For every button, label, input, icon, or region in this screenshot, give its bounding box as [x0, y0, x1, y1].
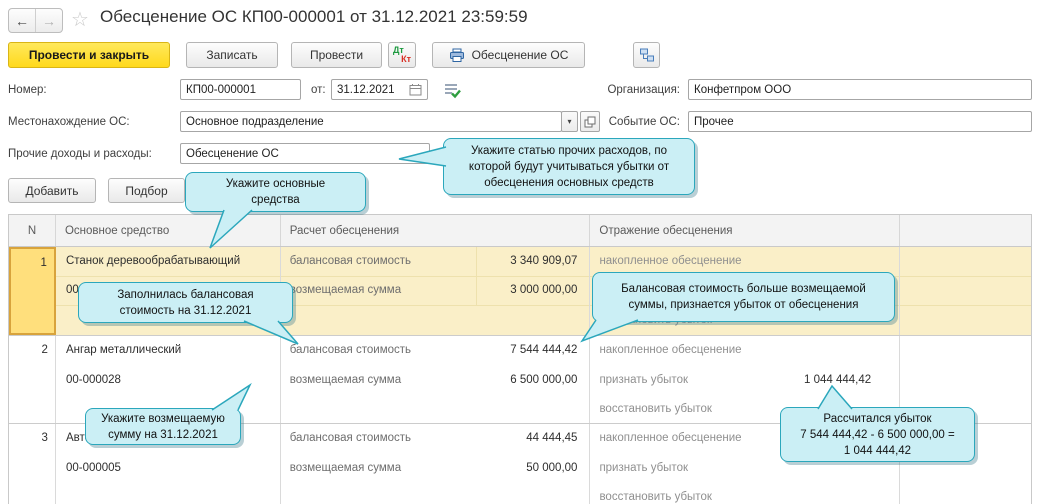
table-header-row: N Основное средство Расчет обесценения О… — [9, 215, 1031, 247]
column-header-n[interactable]: N — [9, 215, 56, 246]
book-value: 3 340 909,07 — [475, 247, 590, 276]
column-header-empty — [900, 215, 1031, 246]
recognize-loss-label: признать убыток — [599, 373, 689, 386]
date-label: от: — [311, 84, 326, 96]
related-documents-button[interactable] — [633, 42, 660, 68]
organization-value: Конфетпром ООО — [694, 83, 792, 96]
impairment-document-window: ← → ☆ Обесценение ОС КП00-000001 от 31.1… — [0, 0, 1037, 504]
page-title: Обесценение ОС КП00-000001 от 31.12.2021… — [100, 7, 528, 26]
callout-specify-recoverable: Укажите возмещаемую сумму на 31.12.2021 — [85, 408, 241, 445]
other-income-expense-field[interactable]: Обесценение ОС — [180, 143, 430, 164]
callout-book-value-filled: Заполнилась балансовая стоимость на 31.1… — [78, 282, 293, 323]
credit-icon: Кт — [401, 54, 411, 64]
forward-button[interactable]: → — [36, 9, 62, 32]
callout-tail — [211, 382, 252, 411]
structure-icon — [639, 48, 654, 62]
asset-inventory-number: 00-000005 — [65, 461, 121, 474]
column-header-reflect[interactable]: Отражение обесценения — [590, 215, 901, 246]
callout-specify-assets: Укажите основные средства — [185, 172, 366, 212]
date-value: 31.12.2021 — [337, 83, 395, 96]
recoverable-value: 50 000,00 — [526, 461, 578, 474]
row-number: 2 — [41, 344, 48, 356]
callout-tail — [817, 384, 853, 410]
book-value-label: балансовая стоимость — [289, 344, 412, 356]
column-header-calc[interactable]: Расчет обесценения — [281, 215, 591, 246]
asset-name: Станок деревообрабатывающий — [55, 247, 280, 277]
print-impairment-button[interactable]: Обесценение ОС — [432, 42, 585, 68]
row-number: 1 — [40, 257, 47, 269]
pick-button[interactable]: Подбор — [108, 178, 185, 203]
recoverable-label: возмещаемая сумма — [289, 461, 402, 474]
number-value: КП00-000001 — [186, 83, 256, 96]
location-label: Местонахождение ОС: — [8, 116, 130, 128]
callout-expense-article: Укажите статью прочих расходов, по котор… — [443, 138, 695, 195]
organization-field[interactable]: Конфетпром ООО — [688, 79, 1032, 100]
post-button[interactable]: Провести — [291, 42, 382, 68]
other-income-expense-label: Прочие доходы и расходы: — [8, 148, 152, 160]
recoverable-label: возмещаемая сумма — [289, 373, 402, 386]
write-button[interactable]: Записать — [186, 42, 278, 68]
posting-status-icon[interactable] — [443, 81, 461, 99]
callout-book-gt-recoverable: Балансовая стоимость больше возмещаемой … — [592, 272, 895, 322]
restore-loss-label: восстановить убыток — [599, 403, 712, 415]
accumulated-impairment-label: накопленное обесценение — [599, 432, 742, 444]
back-arrow-icon: ← — [15, 12, 29, 29]
callout-tail — [580, 319, 639, 343]
callout-loss-calculated: Рассчитался убыток 7 544 444,42 - 6 500 … — [780, 407, 975, 462]
number-field[interactable]: КП00-000001 — [180, 79, 301, 100]
row-number: 3 — [41, 432, 48, 444]
callout-tail — [243, 320, 299, 345]
recognize-loss-label: признать убыток — [599, 461, 689, 474]
book-value-label: балансовая стоимость — [289, 432, 412, 444]
calendar-icon[interactable] — [409, 83, 422, 96]
callout-tail — [209, 209, 253, 249]
other-income-expense-value: Обесценение ОС — [186, 147, 279, 160]
recoverable-label: возмещаемая сумма — [289, 284, 402, 296]
callout-tail — [398, 146, 447, 167]
nav-history-group: ← → — [8, 8, 63, 33]
book-value: 44 444,45 — [526, 432, 578, 444]
recoverable-value: 3 000 000,00 — [475, 276, 590, 306]
recoverable-value: 6 500 000,00 — [510, 373, 578, 386]
dtkt-postings-button[interactable]: Дт Кт — [388, 42, 416, 68]
book-value: 7 544 444,42 — [510, 344, 578, 356]
restore-loss-label: восстановить убыток — [599, 491, 712, 503]
favorite-star-icon[interactable]: ☆ — [71, 7, 89, 32]
back-button[interactable]: ← — [9, 9, 36, 32]
add-row-button[interactable]: Добавить — [8, 178, 96, 203]
print-button-label: Обесценение ОС — [471, 48, 569, 62]
event-label: Событие ОС: — [608, 116, 680, 128]
location-value: Основное подразделение — [186, 115, 324, 128]
event-field[interactable]: Прочее — [688, 111, 1032, 132]
post-and-close-button[interactable]: Провести и закрыть — [8, 42, 170, 68]
location-field[interactable]: Основное подразделение — [180, 111, 562, 132]
event-value: Прочее — [694, 115, 734, 128]
forward-arrow-icon: → — [42, 12, 56, 29]
organization-label: Организация: — [607, 84, 680, 96]
number-label: Номер: — [8, 84, 47, 96]
printer-icon — [449, 48, 464, 62]
book-value-label: балансовая стоимость — [289, 254, 412, 267]
date-field[interactable]: 31.12.2021 — [331, 79, 428, 100]
